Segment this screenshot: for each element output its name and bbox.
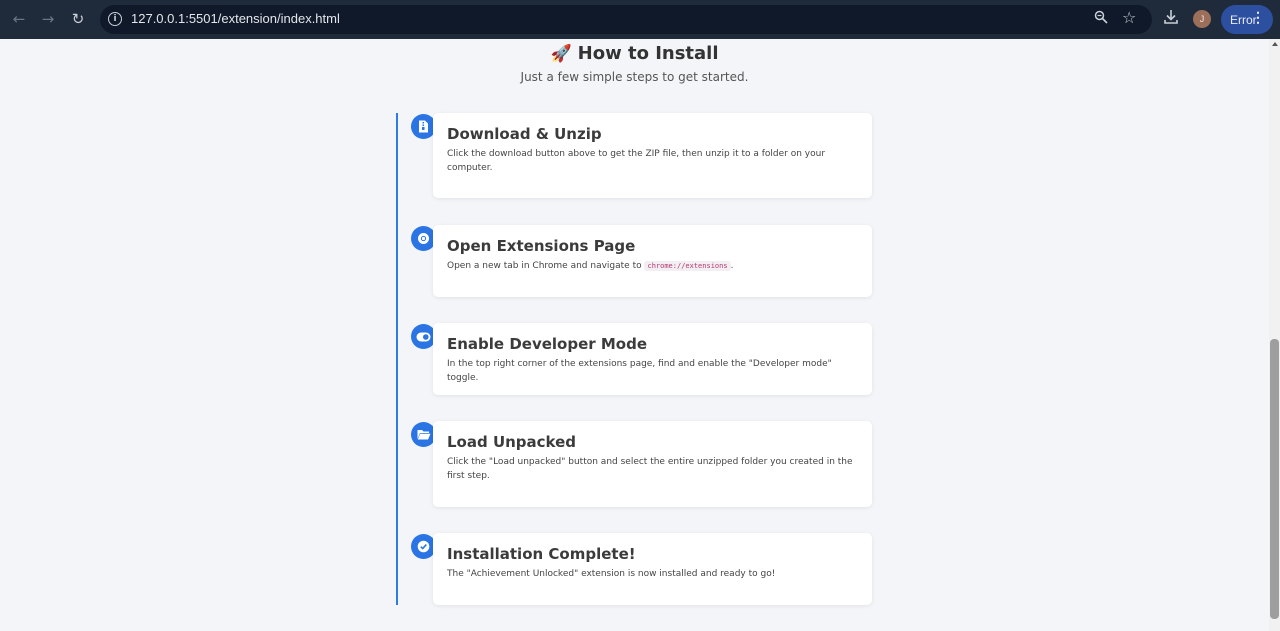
- profile-avatar[interactable]: J: [1193, 10, 1211, 28]
- rocket-icon: 🚀: [550, 44, 572, 64]
- page-title: 🚀 How to Install: [0, 43, 1269, 64]
- browser-toolbar: ← → ↻ i 127.0.0.1:5501/extension/index.h…: [0, 0, 1280, 39]
- step-card-extensions: Open Extensions Page Open a new tab in C…: [433, 225, 872, 297]
- step-description: Click the "Load unpacked" button and sel…: [447, 457, 853, 481]
- arrow-right-icon: →: [41, 10, 55, 28]
- scrollbar-thumb[interactable]: [1270, 339, 1279, 619]
- extensions-url-code: chrome://extensions: [644, 261, 731, 271]
- reload-icon: ↻: [71, 10, 85, 28]
- url-text[interactable]: 127.0.0.1:5501/extension/index.html: [131, 11, 340, 26]
- timeline-line: [396, 113, 398, 605]
- step-title: Enable Developer Mode: [447, 335, 648, 353]
- scroll-up-arrow-icon[interactable]: [1272, 42, 1278, 46]
- step-title: Load Unpacked: [447, 433, 577, 451]
- address-bar[interactable]: i 127.0.0.1:5501/extension/index.html ☆: [100, 5, 1152, 34]
- step-card-download: Download & Unzip Click the download butt…: [433, 113, 872, 198]
- step-description: Open a new tab in Chrome and navigate to…: [447, 259, 858, 273]
- page-title-text: How to Install: [577, 43, 719, 64]
- download-icon[interactable]: [1163, 9, 1179, 29]
- step-card-developer-mode: Enable Developer Mode In the top right c…: [433, 323, 872, 395]
- back-button[interactable]: ←: [4, 4, 34, 34]
- error-menu-button[interactable]: Error ⋮: [1221, 5, 1273, 34]
- step-title: Installation Complete!: [447, 545, 636, 563]
- step-description: Click the download button above to get t…: [447, 149, 826, 173]
- step-card-load-unpacked: Load Unpacked Click the "Load unpacked" …: [433, 421, 872, 507]
- arrow-left-icon: ←: [12, 10, 26, 28]
- page-subtitle: Just a few simple steps to get started.: [520, 70, 749, 84]
- step-description: The "Achievement Unlocked" extension is …: [447, 569, 776, 579]
- forward-button[interactable]: →: [33, 4, 63, 34]
- step-title: Download & Unzip: [447, 125, 602, 143]
- zoom-icon[interactable]: [1094, 10, 1108, 28]
- site-info-icon[interactable]: i: [108, 12, 122, 26]
- step-description: In the top right corner of the extension…: [447, 359, 832, 383]
- step-title: Open Extensions Page: [447, 237, 636, 255]
- reload-button[interactable]: ↻: [63, 4, 93, 34]
- step-description-end: .: [730, 261, 734, 271]
- step-description-text: Open a new tab in Chrome and navigate to: [447, 261, 645, 271]
- more-vertical-icon: ⋮: [1251, 9, 1265, 25]
- bookmark-star-icon[interactable]: ☆: [1122, 8, 1136, 27]
- step-card-complete: Installation Complete! The "Achievement …: [433, 533, 872, 605]
